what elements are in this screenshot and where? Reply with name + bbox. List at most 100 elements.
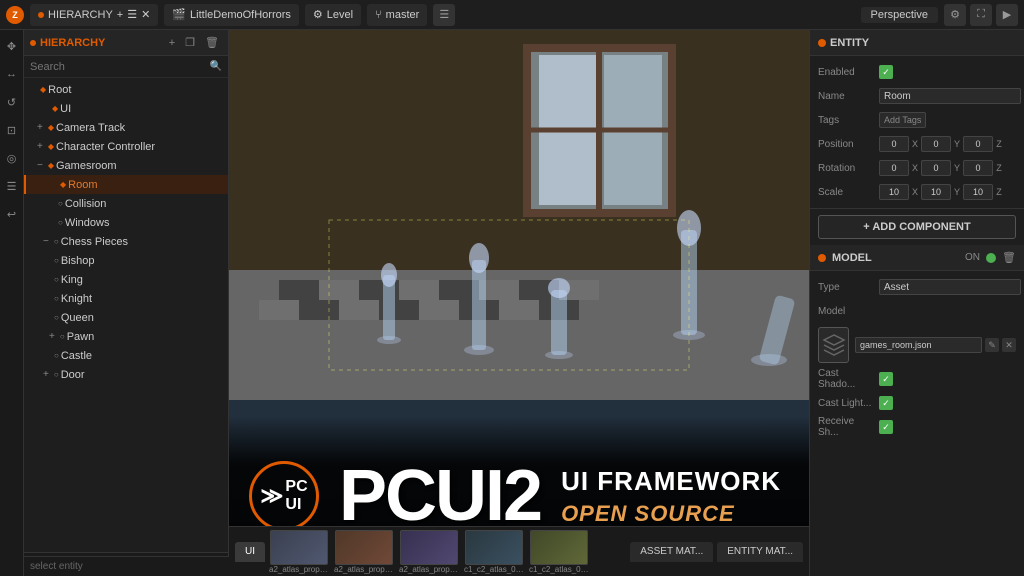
asset-tab-ui[interactable]: UI — [235, 542, 265, 562]
pos-x-field[interactable] — [879, 136, 909, 152]
enabled-checkbox[interactable]: ✓ — [879, 65, 893, 79]
model-dot — [818, 254, 826, 262]
tree-item-castle[interactable]: ○ Castle — [24, 346, 228, 365]
tree-item-bishop[interactable]: ○ Bishop — [24, 251, 228, 270]
pawn-expand-btn[interactable]: + — [46, 331, 58, 342]
tree-item-windows[interactable]: ○ Windows — [24, 213, 228, 232]
tree-item-king[interactable]: ○ King — [24, 270, 228, 289]
asset-item-3[interactable]: a2_atlas_props_... — [398, 530, 460, 574]
asset-name-3: a2_atlas_props_... — [399, 565, 459, 574]
asset-mat-tab[interactable]: ASSET MAT... — [630, 542, 713, 562]
model-file-row: ✎ ✕ — [855, 337, 1016, 353]
hierarchy-menu-icon[interactable]: ☰ — [127, 8, 137, 21]
model-on-indicator[interactable] — [986, 253, 996, 263]
model-label-row: Model — [818, 301, 1016, 321]
snap-tool[interactable]: ◎ — [2, 148, 22, 168]
ui-dot: ◆ — [52, 104, 58, 113]
tree-item-knight[interactable]: ○ Knight — [24, 289, 228, 308]
level-tab[interactable]: ⚙ Level — [305, 4, 361, 26]
translate-tool[interactable]: ↔ — [2, 64, 22, 84]
hierarchy-add-icon[interactable]: + — [117, 9, 123, 21]
add-tags-button[interactable]: Add Tags — [879, 112, 926, 128]
master-tab[interactable]: ⑂ master — [367, 4, 427, 26]
entity-mat-tab[interactable]: ENTITY MAT... — [717, 542, 803, 562]
tree-item-root[interactable]: ◆ Root — [24, 80, 228, 99]
tree-item-queen[interactable]: ○ Queen — [24, 308, 228, 327]
add-component-button[interactable]: + ADD COMPONENT — [818, 215, 1016, 239]
camera-expand-btn[interactable]: + — [34, 122, 46, 133]
type-field[interactable] — [879, 279, 1021, 295]
hierarchy-collapse-btn[interactable]: ❐ — [182, 35, 198, 50]
gamesroom-dot: ◆ — [48, 161, 54, 170]
tree-item-room[interactable]: ◆ Room — [24, 175, 228, 194]
right-panel: ENTITY Enabled ✓ Name Tags Add Tags Posi… — [809, 30, 1024, 576]
hierarchy-tab[interactable]: HIERARCHY + ☰ ✕ — [30, 4, 158, 26]
door-expand-btn[interactable]: + — [40, 369, 52, 380]
hierarchy-close-icon[interactable]: ✕ — [141, 8, 150, 21]
chess-collapse-btn[interactable]: − — [40, 236, 52, 247]
door-label: Door — [61, 369, 85, 381]
tags-label: Tags — [818, 115, 873, 126]
search-input[interactable] — [30, 61, 210, 73]
file-tab[interactable]: 🎬 LittleDemoOfHorrors — [164, 4, 299, 26]
scale-y-field[interactable] — [921, 184, 951, 200]
scale-z-label: Z — [995, 187, 1003, 197]
character-expand-btn[interactable]: + — [34, 141, 46, 152]
scale-row: Scale X Y Z — [818, 182, 1016, 202]
play-icon[interactable]: ▶ — [996, 4, 1018, 26]
settings-icon[interactable]: ⚙ — [944, 4, 966, 26]
pos-y-field[interactable] — [921, 136, 951, 152]
asset-item-4[interactable]: c1_c2_atlas_01_... — [463, 530, 525, 574]
scale-y-label: Y — [953, 187, 961, 197]
tree-item-collision[interactable]: ○ Collision — [24, 194, 228, 213]
receive-shadow-row: Receive Sh... ✓ — [818, 417, 1016, 437]
tree-item-pawn[interactable]: + ○ Pawn — [24, 327, 228, 346]
cast-shadow-checkbox[interactable]: ✓ — [879, 372, 893, 386]
rotate-tool[interactable]: ↺ — [2, 92, 22, 112]
tree-item-door[interactable]: + ○ Door — [24, 365, 228, 384]
pawn-dot: ○ — [60, 332, 65, 341]
transform-tool[interactable]: ✥ — [2, 36, 22, 56]
tree-item-camera-track[interactable]: + ◆ Camera Track — [24, 118, 228, 137]
gamesroom-collapse-btn[interactable]: − — [34, 160, 46, 171]
hierarchy-delete-btn[interactable]: 🗑 — [202, 35, 222, 50]
menu-button[interactable]: ☰ — [433, 4, 455, 26]
pos-z-field[interactable] — [963, 136, 993, 152]
rot-z-field[interactable] — [963, 160, 993, 176]
tree-item-ui[interactable]: ◆ UI — [24, 99, 228, 118]
scale-z-field[interactable] — [963, 184, 993, 200]
add-component-label: + ADD COMPONENT — [863, 221, 970, 233]
tree-item-gamesroom[interactable]: − ◆ Gamesroom — [24, 156, 228, 175]
model-clear-btn[interactable]: ✕ — [1002, 338, 1016, 352]
model-delete-btn[interactable]: 🗑 — [1002, 251, 1016, 264]
scale-label: Scale — [818, 187, 873, 198]
tree-item-character-controller[interactable]: + ◆ Character Controller — [24, 137, 228, 156]
asset-item-5[interactable]: c1_c2_atlas_01_... — [528, 530, 590, 574]
model-title: MODEL — [832, 252, 959, 264]
undo-tool[interactable]: ↩ — [2, 204, 22, 224]
fullscreen-icon[interactable]: ⛶ — [970, 4, 992, 26]
scale-x-field[interactable] — [879, 184, 909, 200]
entity-header: ENTITY — [810, 30, 1024, 56]
hierarchy-add-btn[interactable]: + — [166, 36, 178, 50]
name-field[interactable] — [879, 88, 1021, 104]
asset-item-2[interactable]: a2_atlas_props_... — [333, 530, 395, 574]
receive-shadow-checkbox[interactable]: ✓ — [879, 420, 893, 434]
chess-pieces-label: Chess Pieces — [61, 236, 128, 248]
scale-tool[interactable]: ⊡ — [2, 120, 22, 140]
pos-y-label: Y — [953, 139, 961, 149]
tree-item-chess-pieces[interactable]: − ○ Chess Pieces — [24, 232, 228, 251]
perspective-btn[interactable]: Perspective — [861, 7, 938, 23]
rot-x-field[interactable] — [879, 160, 909, 176]
knight-dot: ○ — [54, 294, 59, 303]
viewport[interactable]: ≫ PC UI PCUI2 UI FRAMEWORK OPEN SOURCE — [229, 30, 809, 576]
asset-preview-5 — [530, 530, 588, 565]
enabled-label: Enabled — [818, 67, 873, 78]
rot-y-field[interactable] — [921, 160, 951, 176]
model-edit-btn[interactable]: ✎ — [985, 338, 999, 352]
cast-light-checkbox[interactable]: ✓ — [879, 396, 893, 410]
layers-tool[interactable]: ☰ — [2, 176, 22, 196]
position-row: Position X Y Z — [818, 134, 1016, 154]
model-file-field[interactable] — [855, 337, 982, 353]
asset-item-1[interactable]: a2_atlas_props_... — [268, 530, 330, 574]
